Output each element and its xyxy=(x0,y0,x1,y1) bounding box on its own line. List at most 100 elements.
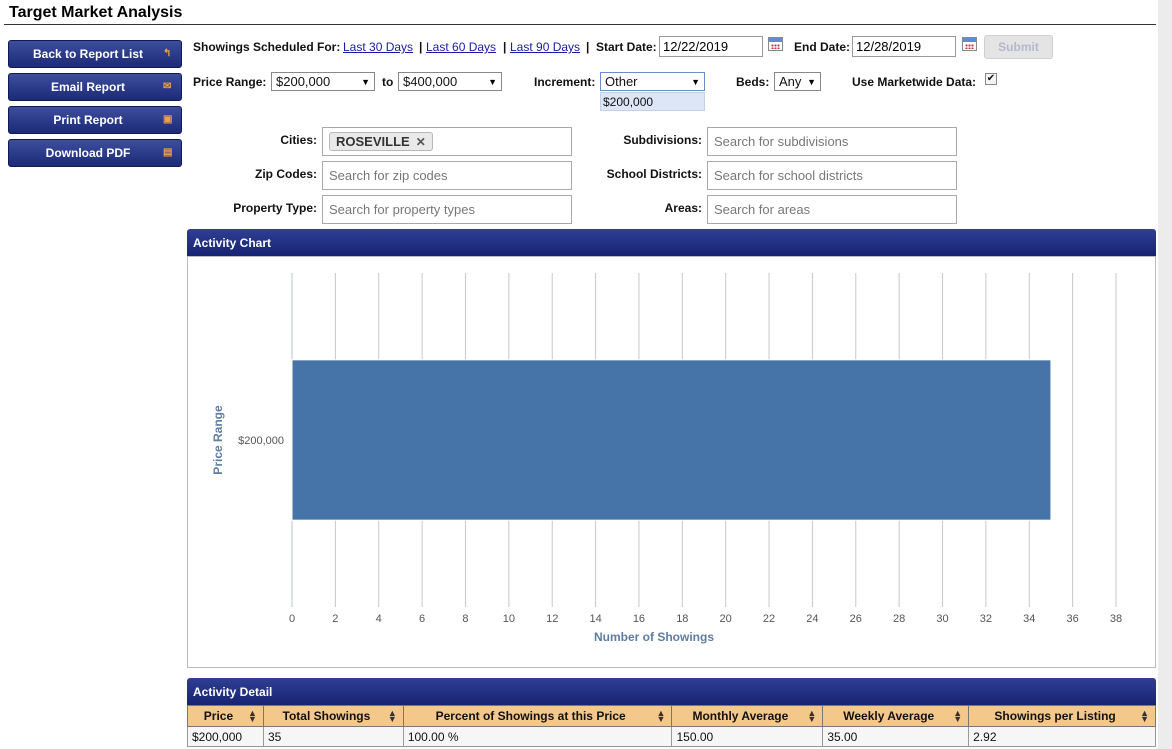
price-to-value: $400,000 xyxy=(403,74,458,89)
calendar-icon[interactable] xyxy=(962,37,977,51)
zip-codes-label: Zip Codes: xyxy=(255,167,317,181)
table-cell: 150.00 xyxy=(671,726,824,747)
window-edge xyxy=(1158,0,1172,749)
x-tick-label: 36 xyxy=(1067,613,1079,625)
x-tick-label: 0 xyxy=(289,613,295,625)
table-cell: 35.00 xyxy=(822,726,970,747)
activity-chart-header: Activity Chart xyxy=(187,229,1156,256)
x-tick-label: 8 xyxy=(462,613,468,625)
back-to-report-list-button[interactable]: Back to Report List ↰ xyxy=(8,40,182,68)
areas-input[interactable]: Search for areas xyxy=(707,195,957,224)
increment-option[interactable]: $200,000 xyxy=(600,92,705,111)
link-separator: | xyxy=(586,40,590,54)
start-date-input[interactable] xyxy=(659,36,763,57)
sort-icon: ▲ ▼ xyxy=(656,708,666,724)
price-range-label: Price Range: xyxy=(193,75,267,89)
x-axis-title: Number of Showings xyxy=(594,630,714,644)
end-date-label: End Date: xyxy=(794,40,851,54)
chevron-down-icon: ▼ xyxy=(361,76,370,87)
x-tick-label: 34 xyxy=(1023,613,1035,625)
x-tick-label: 14 xyxy=(589,613,601,625)
column-header-total-showings[interactable]: Total Showings ▲ ▼ xyxy=(262,705,404,727)
sort-icon: ▲ ▼ xyxy=(387,708,397,724)
x-tick-label: 24 xyxy=(806,613,818,625)
x-tick-label: 28 xyxy=(893,613,905,625)
zip-codes-input[interactable]: Search for zip codes xyxy=(322,161,572,190)
calendar-icon[interactable] xyxy=(768,37,783,51)
x-tick-label: 18 xyxy=(676,613,688,625)
property-type-label: Property Type: xyxy=(233,201,317,215)
cities-label: Cities: xyxy=(280,133,317,147)
increment-value: Other xyxy=(605,74,638,89)
column-header-showings-per-listing[interactable]: Showings per Listing ▲ ▼ xyxy=(968,705,1156,727)
download-pdf-button[interactable]: Download PDF ▤ xyxy=(8,139,182,167)
x-tick-label: 2 xyxy=(332,613,338,625)
school-districts-input[interactable]: Search for school districts xyxy=(707,161,957,190)
table-header-row: Price ▲ ▼ Total Showings ▲ ▼ Percent of Show… xyxy=(187,705,1156,727)
print-report-button[interactable]: Print Report ▣ xyxy=(8,106,182,134)
price-from-value: $200,000 xyxy=(276,74,331,89)
price-to-select[interactable]: $400,000 ▼ xyxy=(398,72,502,91)
column-header-label: Monthly Average xyxy=(692,709,789,723)
table-cell: 100.00 % xyxy=(402,726,673,747)
showings-scheduled-label: Showings Scheduled For: xyxy=(193,40,341,54)
y-tick-label: $200,000 xyxy=(238,435,284,447)
column-header-label: Showings per Listing xyxy=(994,709,1116,723)
column-header-label: Percent of Showings at this Price xyxy=(435,709,626,723)
activity-detail-header: Activity Detail xyxy=(187,678,1156,705)
x-tick-label: 38 xyxy=(1110,613,1122,625)
sort-icon: ▲ ▼ xyxy=(807,708,817,724)
price-from-select[interactable]: $200,000 ▼ xyxy=(271,72,375,91)
column-header-price[interactable]: Price ▲ ▼ xyxy=(187,705,264,727)
sort-icon: ▲ ▼ xyxy=(1140,708,1149,724)
table-cell: $200,000 xyxy=(187,726,264,747)
marketwide-label: Use Marketwide Data: xyxy=(852,75,977,89)
table-cell: 2.92 xyxy=(968,726,1156,747)
subdivisions-input[interactable]: Search for subdivisions xyxy=(707,127,957,156)
last-60-days-link[interactable]: Last 60 Days xyxy=(426,40,496,54)
chevron-down-icon: ▼ xyxy=(807,76,816,87)
x-tick-label: 4 xyxy=(376,613,382,625)
column-header-monthly-average[interactable]: Monthly Average ▲ ▼ xyxy=(671,705,824,727)
email-report-button[interactable]: Email Report ✉ xyxy=(8,73,182,101)
end-date-input[interactable] xyxy=(852,36,956,57)
beds-label: Beds: xyxy=(736,75,770,89)
increment-select[interactable]: Other ▼ xyxy=(600,72,705,91)
activity-chart: 0 2 4 6 8 10 12 14 16 18 20 22 24 26 28 30 32 34 36 38$200,… xyxy=(211,273,1122,644)
x-tick-label: 6 xyxy=(419,613,425,625)
x-tick-label: 12 xyxy=(546,613,558,625)
title-divider xyxy=(4,24,1156,25)
chevron-down-icon: ▼ xyxy=(691,76,700,87)
bar xyxy=(291,359,1052,521)
marketwide-checkbox[interactable]: ✔ xyxy=(985,73,997,85)
column-header-percent[interactable]: Percent of Showings at this Price ▲ ▼ xyxy=(402,705,673,727)
table-cell: 35 xyxy=(262,726,404,747)
city-chip: ROSEVILLE ✕ xyxy=(329,132,433,151)
beds-select[interactable]: Any ▼ xyxy=(774,72,821,91)
x-tick-label: 30 xyxy=(936,613,948,625)
x-tick-label: 32 xyxy=(980,613,992,625)
pdf-icon: ▤ xyxy=(163,147,173,158)
envelope-icon: ✉ xyxy=(163,81,172,92)
cities-input[interactable]: ROSEVILLE ✕ xyxy=(322,127,572,156)
remove-chip-icon[interactable]: ✕ xyxy=(416,135,426,149)
last-90-days-link[interactable]: Last 90 Days xyxy=(510,40,580,54)
price-to-label: to xyxy=(382,75,394,89)
areas-label: Areas: xyxy=(664,201,702,215)
submit-button[interactable]: Submit xyxy=(984,35,1053,59)
x-tick-label: 10 xyxy=(503,613,515,625)
column-header-weekly-average[interactable]: Weekly Average ▲ ▼ xyxy=(822,705,970,727)
last-30-days-link[interactable]: Last 30 Days xyxy=(343,40,413,54)
sort-icon: ▲ ▼ xyxy=(953,708,963,724)
x-tick-label: 26 xyxy=(850,613,862,625)
return-arrow-icon: ↰ xyxy=(163,48,172,59)
x-tick-label: 22 xyxy=(763,613,775,625)
school-districts-label: School Districts: xyxy=(606,167,702,181)
page-title: Target Market Analysis xyxy=(9,4,183,21)
y-axis-title: Price Range xyxy=(211,405,225,475)
property-type-input[interactable]: Search for property types xyxy=(322,195,572,224)
table-row: $200,000 35 100.00 % 150.00 35.00 2.92 xyxy=(187,726,1156,747)
increment-label: Increment: xyxy=(534,75,596,89)
activity-detail-table: Price ▲ ▼ Total Showings ▲ ▼ Percent of Show… xyxy=(187,705,1156,747)
activity-chart-frame: 0 2 4 6 8 10 12 14 16 18 20 22 24 26 28 30 32 34 36 38 $200,… xyxy=(187,256,1156,668)
